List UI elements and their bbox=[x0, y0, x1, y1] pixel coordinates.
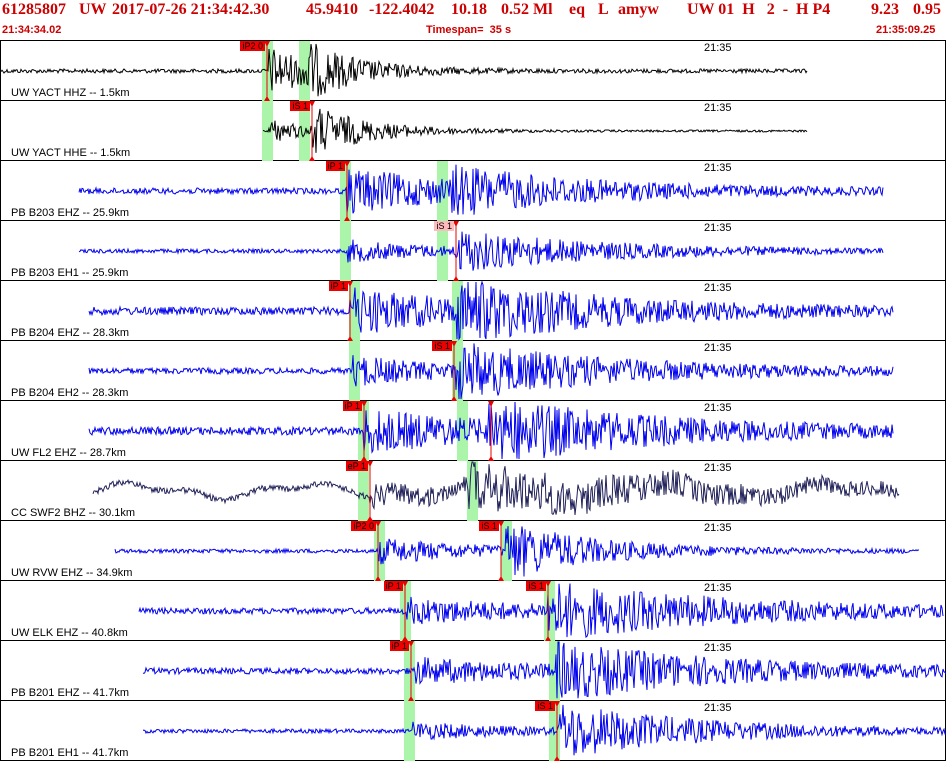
channel-label: PB B203 EHZ -- 25.9km bbox=[11, 207, 129, 219]
pick-flag[interactable]: iP2 0 bbox=[351, 521, 376, 531]
minute-marker-label: 21:35 bbox=[704, 162, 732, 174]
pick-flag[interactable]: iP 1 bbox=[325, 161, 345, 171]
pick-flag[interactable]: iP2 0 bbox=[240, 41, 265, 51]
pick-flag[interactable]: iS 1 bbox=[434, 221, 454, 231]
waveform-plot[interactable] bbox=[1, 581, 946, 641]
seismogram-trace bbox=[142, 641, 946, 699]
minute-marker-label: 21:35 bbox=[704, 222, 732, 234]
trace-panel[interactable]: iP 1 21:35 PB B201 EHZ -- 41.7km bbox=[0, 641, 946, 701]
pick-flag[interactable]: iP 1 bbox=[383, 581, 403, 591]
end-time: 21:35:09.25 bbox=[876, 24, 936, 36]
header-event-flag: L bbox=[598, 1, 609, 18]
event-header: 61285807 UW 2017-07-26 21:34:42.30 45.94… bbox=[0, 0, 946, 40]
header-depth: 10.18 bbox=[451, 1, 487, 18]
waveform-plot[interactable] bbox=[1, 641, 946, 701]
pick-flag[interactable]: iS 1 bbox=[526, 581, 546, 591]
seismogram-trace bbox=[262, 108, 808, 153]
pick-flag[interactable]: iP 1 bbox=[328, 281, 348, 291]
header-value-a: 9.23 bbox=[871, 1, 899, 18]
trace-panel[interactable]: iS 1 21:35 PB B204 EH2 -- 28.3km bbox=[0, 341, 946, 401]
pick-flag[interactable]: iS 1 bbox=[432, 341, 452, 351]
waveform-plot[interactable] bbox=[1, 341, 946, 401]
trace-panel[interactable]: iP2 0 21:35 UW YACT HHZ -- 1.5km bbox=[0, 41, 946, 101]
minute-marker-label: 21:35 bbox=[704, 102, 732, 114]
trace-panel[interactable]: iS 1 21:35 PB B203 EH1 -- 25.9km bbox=[0, 221, 946, 281]
channel-label: UW RVW EHZ -- 34.9km bbox=[11, 567, 133, 579]
channel-label: PB B204 EH2 -- 28.3km bbox=[11, 387, 129, 399]
start-time: 21:34:34.02 bbox=[2, 24, 62, 36]
timespan: Timespan= 35 s bbox=[426, 24, 512, 36]
trace-panel[interactable]: iP 1 21:35 UW FL2 EHZ -- 28.7km bbox=[0, 401, 946, 461]
waveform-plot[interactable] bbox=[1, 221, 946, 281]
header-latitude: 45.9410 bbox=[306, 1, 358, 18]
header-network: UW bbox=[79, 1, 107, 18]
header-longitude: -122.4042 bbox=[369, 1, 435, 18]
channel-label: UW YACT HHZ -- 1.5km bbox=[11, 87, 130, 99]
pick-flag[interactable]: iS 1 bbox=[290, 101, 310, 111]
waveform-plot[interactable] bbox=[1, 521, 946, 581]
seismogram-trace bbox=[114, 526, 920, 577]
waveform-plot[interactable] bbox=[1, 701, 946, 761]
trace-panel[interactable]: eP 1 21:35 CC SWF2 BHZ -- 30.1km bbox=[0, 461, 946, 521]
header-solution-info: UW 01 H 2 - H P4 bbox=[687, 1, 831, 18]
channel-label: PB B201 EHZ -- 41.7km bbox=[11, 687, 129, 699]
trace-panel[interactable]: iS 1 21:35 PB B201 EH1 -- 41.7km bbox=[0, 701, 946, 761]
trace-panel[interactable]: iP 1 21:35 PB B204 EHZ -- 28.3km bbox=[0, 281, 946, 341]
pick-flag[interactable]: eP 1 bbox=[345, 461, 368, 471]
pick-flag[interactable]: iS 1 bbox=[479, 521, 499, 531]
seismogram-trace bbox=[142, 704, 946, 756]
trace-panel[interactable]: iS 1 21:35 UW YACT HHE -- 1.5km bbox=[0, 101, 946, 161]
channel-label: UW ELK EHZ -- 40.8km bbox=[11, 627, 128, 639]
minute-marker-label: 21:35 bbox=[704, 702, 732, 714]
waveform-plot[interactable] bbox=[1, 281, 946, 341]
channel-label: UW YACT HHE -- 1.5km bbox=[11, 147, 131, 159]
minute-marker-label: 21:35 bbox=[704, 42, 732, 54]
seismogram-trace bbox=[88, 281, 894, 341]
header-magnitude: 0.52 Ml bbox=[501, 1, 553, 18]
waveform-plot[interactable] bbox=[1, 461, 946, 521]
waveform-panels[interactable]: iP2 0 21:35 UW YACT HHZ -- 1.5km iS 1 21:35 U… bbox=[0, 41, 946, 761]
seismogram-trace bbox=[138, 583, 944, 639]
pick-band bbox=[457, 401, 468, 461]
seismogram-trace bbox=[88, 343, 894, 400]
header-origin-time: 2017-07-26 21:34:42.30 bbox=[112, 1, 270, 18]
minute-marker-label: 21:35 bbox=[704, 342, 732, 354]
minute-marker-label: 21:35 bbox=[704, 462, 732, 474]
pick-flag[interactable]: iP 1 bbox=[389, 641, 409, 651]
minute-marker-label: 21:35 bbox=[704, 402, 732, 414]
minute-marker-label: 21:35 bbox=[704, 522, 732, 534]
channel-label: PB B201 EH1 -- 41.7km bbox=[11, 747, 129, 759]
header-event-id: 61285807 bbox=[2, 1, 66, 18]
pick-flag[interactable]: iP 1 bbox=[342, 401, 362, 411]
waveform-plot[interactable] bbox=[1, 101, 946, 161]
seismogram-trace bbox=[78, 231, 884, 271]
channel-label: PB B203 EH1 -- 25.9km bbox=[11, 267, 129, 279]
trace-panel[interactable]: iP2 0 iS 1 21:35 UW RVW EHZ -- 34.9km bbox=[0, 521, 946, 581]
waveform-plot[interactable] bbox=[1, 161, 946, 221]
seismogram-trace bbox=[92, 461, 900, 516]
channel-label: CC SWF2 BHZ -- 30.1km bbox=[11, 507, 136, 519]
channel-label: PB B204 EHZ -- 28.3km bbox=[11, 327, 129, 339]
pick-flag[interactable]: iS 1 bbox=[535, 701, 555, 711]
header-event-type: eq bbox=[569, 1, 585, 18]
minute-marker-label: 21:35 bbox=[704, 282, 732, 294]
trace-panel[interactable]: iP 1 21:35 PB B203 EHZ -- 25.9km bbox=[0, 161, 946, 221]
header-value-b: 0.95 bbox=[913, 1, 941, 18]
channel-label: UW FL2 EHZ -- 28.7km bbox=[11, 447, 126, 459]
minute-marker-label: 21:35 bbox=[704, 582, 732, 594]
minute-marker-label: 21:35 bbox=[704, 642, 732, 654]
header-author: amyw bbox=[618, 1, 659, 18]
waveform-plot[interactable] bbox=[1, 41, 946, 101]
trace-panel[interactable]: iP 1 iS 1 21:35 UW ELK EHZ -- 40.8km bbox=[0, 581, 946, 641]
seismogram-trace bbox=[78, 164, 884, 215]
waveform-plot[interactable] bbox=[1, 401, 946, 461]
